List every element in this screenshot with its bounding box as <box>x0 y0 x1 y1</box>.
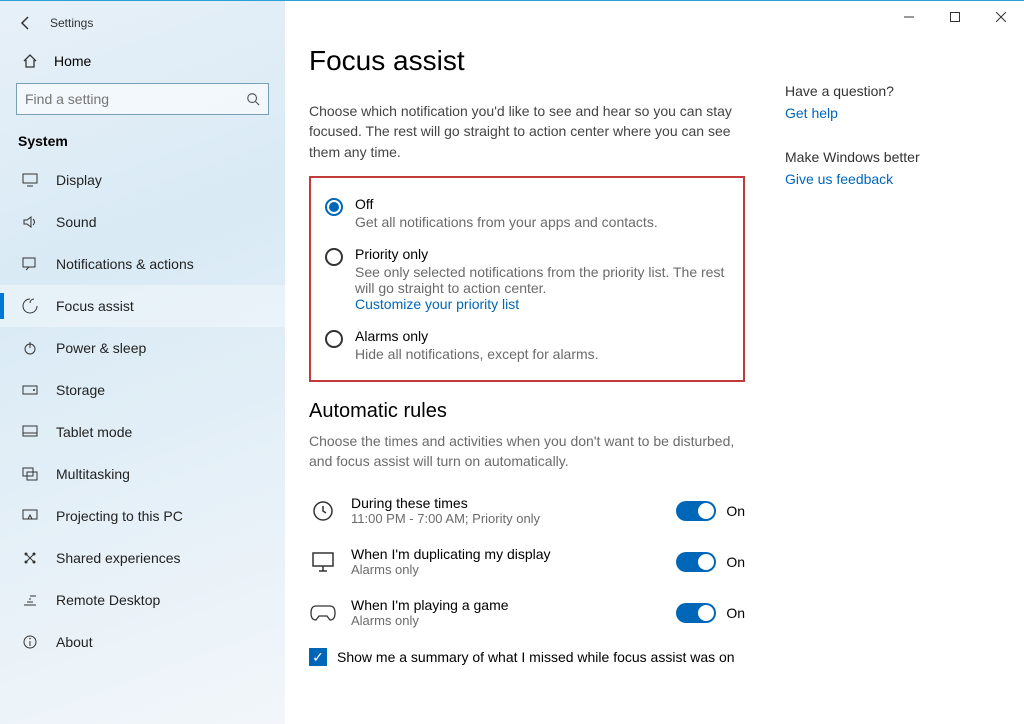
sidebar-item-label: Multitasking <box>56 466 130 482</box>
radio-priority-desc: See only selected notifications from the… <box>355 264 729 296</box>
radio-off[interactable]: Off Get all notifications from your apps… <box>325 190 729 240</box>
search-field[interactable] <box>25 91 246 107</box>
sidebar-item-multitasking[interactable]: Multitasking <box>0 453 285 495</box>
radio-alarms-label: Alarms only <box>355 328 599 344</box>
radio-alarms[interactable]: Alarms only Hide all notifications, exce… <box>325 322 729 364</box>
radio-alarms-indicator[interactable] <box>325 330 343 348</box>
radio-priority-indicator[interactable] <box>325 248 343 266</box>
sidebar-item-label: Focus assist <box>56 298 134 314</box>
radio-alarms-desc: Hide all notifications, except for alarm… <box>355 346 599 362</box>
back-button[interactable] <box>6 15 46 31</box>
give-feedback-link[interactable]: Give us feedback <box>785 171 999 187</box>
rule-toggle[interactable] <box>676 552 716 572</box>
rule-duplicating-display[interactable]: When I'm duplicating my display Alarms o… <box>309 536 745 587</box>
sidebar-item-label: Projecting to this PC <box>56 508 183 524</box>
about-icon <box>22 634 40 650</box>
nav-home-label: Home <box>54 53 91 69</box>
focus-assist-icon <box>22 298 40 314</box>
remote-icon <box>22 593 40 607</box>
sidebar-item-label: Notifications & actions <box>56 256 194 272</box>
multitasking-icon <box>22 467 40 481</box>
sidebar-item-shared[interactable]: Shared experiences <box>0 537 285 579</box>
game-icon <box>309 599 337 627</box>
summary-label: Show me a summary of what I missed while… <box>337 649 735 665</box>
sidebar-item-display[interactable]: Display <box>0 159 285 201</box>
sidebar-item-label: Storage <box>56 382 105 398</box>
radio-priority[interactable]: Priority only See only selected notifica… <box>325 240 729 322</box>
rule-title: During these times <box>351 495 540 511</box>
clock-icon <box>309 497 337 525</box>
rule-title: When I'm duplicating my display <box>351 546 551 562</box>
rule-title: When I'm playing a game <box>351 597 509 613</box>
sidebar-item-remote[interactable]: Remote Desktop <box>0 579 285 621</box>
customize-priority-link[interactable]: Customize your priority list <box>355 296 729 312</box>
help-heading: Have a question? <box>785 83 999 99</box>
search-icon <box>246 92 260 106</box>
rule-toggle-state: On <box>726 605 745 621</box>
maximize-button[interactable] <box>932 1 978 33</box>
summary-checkbox[interactable]: ✓ <box>309 648 327 666</box>
get-help-link[interactable]: Get help <box>785 105 999 121</box>
monitor-icon <box>309 548 337 576</box>
sidebar-item-label: Remote Desktop <box>56 592 160 608</box>
rule-subtitle: 11:00 PM - 7:00 AM; Priority only <box>351 511 540 526</box>
rule-subtitle: Alarms only <box>351 613 509 628</box>
power-icon <box>22 340 40 356</box>
page-intro: Choose which notification you'd like to … <box>309 101 745 162</box>
titlebar: Settings <box>0 1 285 39</box>
notifications-icon <box>22 257 40 271</box>
radio-off-desc: Get all notifications from your apps and… <box>355 214 658 230</box>
rule-during-times[interactable]: During these times 11:00 PM - 7:00 AM; P… <box>309 485 745 536</box>
sidebar-item-projecting[interactable]: Projecting to this PC <box>0 495 285 537</box>
sidebar-item-power[interactable]: Power & sleep <box>0 327 285 369</box>
close-button[interactable] <box>978 1 1024 33</box>
radio-priority-label: Priority only <box>355 246 729 262</box>
sidebar-item-label: Shared experiences <box>56 550 181 566</box>
nav-home[interactable]: Home <box>0 39 285 83</box>
display-icon <box>22 173 40 187</box>
sidebar-item-tablet[interactable]: Tablet mode <box>0 411 285 453</box>
rule-toggle[interactable] <box>676 501 716 521</box>
summary-checkbox-row[interactable]: ✓ Show me a summary of what I missed whi… <box>309 638 745 666</box>
sidebar-item-label: Power & sleep <box>56 340 146 356</box>
app-title: Settings <box>50 16 93 30</box>
home-icon <box>22 53 40 69</box>
radio-off-indicator[interactable] <box>325 198 343 216</box>
tablet-icon <box>22 425 40 439</box>
radio-off-label: Off <box>355 196 658 212</box>
sidebar-item-storage[interactable]: Storage <box>0 369 285 411</box>
sound-icon <box>22 215 40 229</box>
sidebar-item-about[interactable]: About <box>0 621 285 663</box>
rules-title: Automatic rules <box>309 400 745 423</box>
page-title: Focus assist <box>309 45 745 77</box>
projecting-icon <box>22 509 40 523</box>
sidebar-item-focus-assist[interactable]: Focus assist <box>0 285 285 327</box>
rule-subtitle: Alarms only <box>351 562 551 577</box>
sidebar-item-sound[interactable]: Sound <box>0 201 285 243</box>
rule-toggle-state: On <box>726 503 745 519</box>
focus-mode-group: Off Get all notifications from your apps… <box>309 176 745 382</box>
shared-icon <box>22 550 40 566</box>
rule-toggle-state: On <box>726 554 745 570</box>
rules-desc: Choose the times and activities when you… <box>309 431 745 472</box>
sidebar-item-notifications[interactable]: Notifications & actions <box>0 243 285 285</box>
rule-playing-game[interactable]: When I'm playing a game Alarms only On <box>309 587 745 638</box>
feedback-heading: Make Windows better <box>785 149 999 165</box>
rule-toggle[interactable] <box>676 603 716 623</box>
search-input[interactable] <box>16 83 269 115</box>
sidebar-item-label: About <box>56 634 93 650</box>
sidebar-item-label: Display <box>56 172 102 188</box>
sidebar-item-label: Tablet mode <box>56 424 132 440</box>
storage-icon <box>22 385 40 395</box>
window-controls <box>886 1 1024 33</box>
group-title: System <box>0 115 285 159</box>
minimize-button[interactable] <box>886 1 932 33</box>
sidebar-item-label: Sound <box>56 214 96 230</box>
